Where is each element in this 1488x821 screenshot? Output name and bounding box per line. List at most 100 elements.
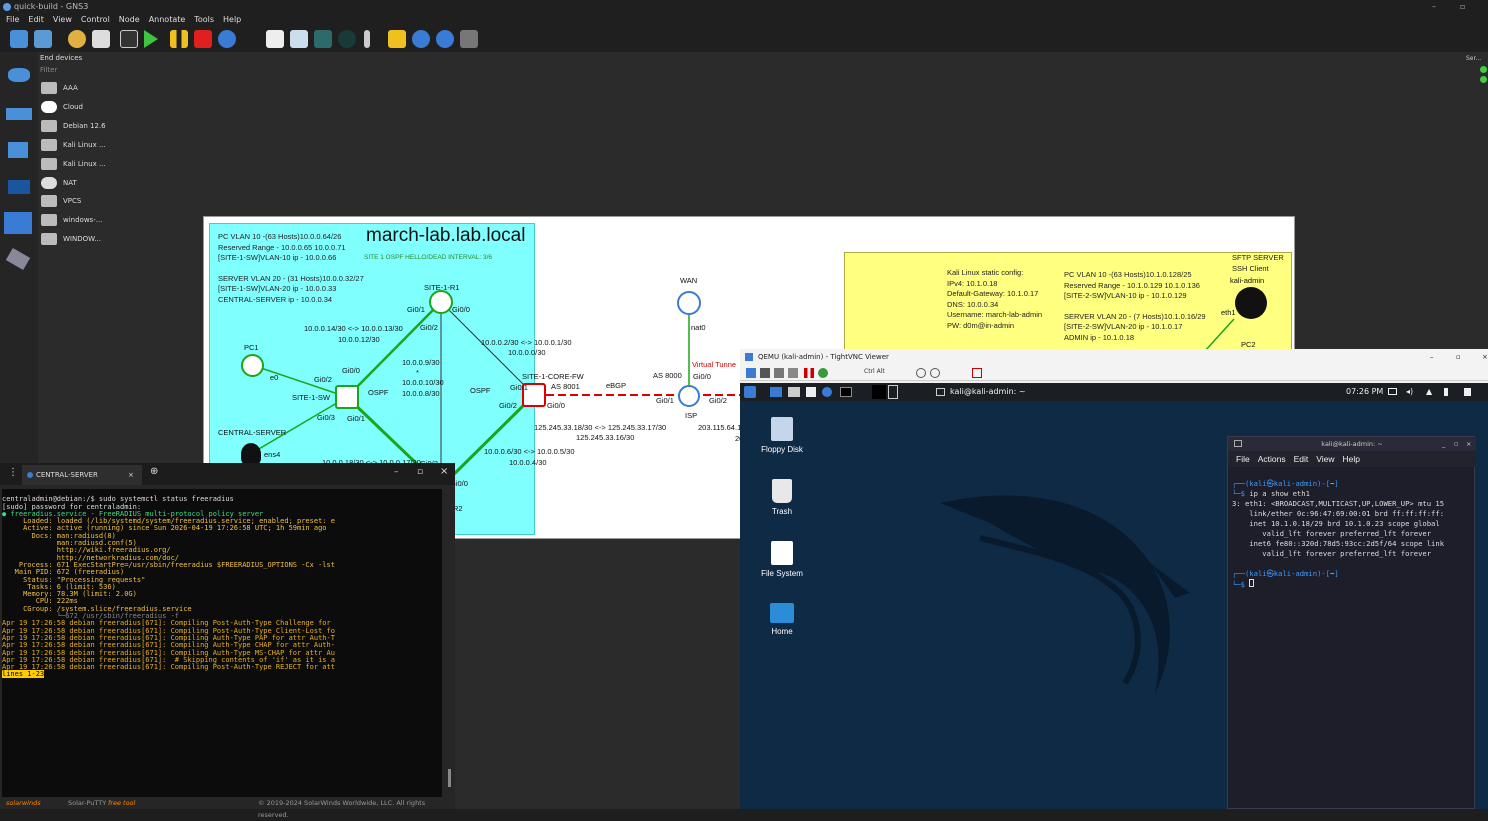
lock-icon[interactable]: [1464, 388, 1471, 396]
desktop-icon-home[interactable]: Home: [747, 603, 817, 636]
devices-filter-input[interactable]: Filter: [40, 66, 104, 76]
minimize-icon[interactable]: _: [1442, 437, 1445, 451]
terminal-launcher-icon[interactable]: [840, 387, 852, 397]
clock[interactable]: 07:26 PM: [1346, 383, 1383, 401]
draw-line-icon[interactable]: [364, 30, 370, 48]
workspace-1[interactable]: [872, 385, 886, 399]
zoom-in-icon[interactable]: [916, 368, 926, 378]
desktop-icon-floppy[interactable]: Floppy Disk: [747, 417, 817, 454]
menu-view[interactable]: View: [1316, 454, 1334, 464]
device-item[interactable]: Kali Linux ...: [41, 156, 106, 172]
device-item[interactable]: Debian 12.6: [41, 118, 106, 134]
menu-node[interactable]: Node: [119, 15, 140, 24]
kali-admin-icon[interactable]: [1235, 287, 1267, 319]
power-icon[interactable]: [1444, 388, 1448, 396]
draw-rectangle-icon[interactable]: [314, 30, 332, 48]
kali-terminal-output[interactable]: ┌──(kali㉿kali-admin)-[~] └─$ ip a show et…: [1232, 469, 1474, 610]
menu-tools[interactable]: Tools: [194, 15, 214, 24]
end-devices-icon[interactable]: [8, 142, 28, 158]
add-note-icon[interactable]: [266, 30, 284, 48]
terminal-output[interactable]: centraladmin@debian:/$ sudo systemctl st…: [2, 489, 442, 809]
new-tab-icon[interactable]: ⊕: [150, 466, 158, 477]
open-project-icon[interactable]: [34, 30, 52, 48]
minimize-icon[interactable]: –: [1430, 349, 1434, 365]
switches-icon[interactable]: [6, 108, 32, 120]
volume-icon[interactable]: ◂): [1406, 383, 1413, 401]
options-icon[interactable]: [774, 368, 784, 378]
wan-cloud-icon[interactable]: [677, 291, 701, 315]
routers-icon[interactable]: [8, 68, 30, 82]
close-tab-icon[interactable]: ×: [128, 465, 134, 485]
screenshot-icon[interactable]: [460, 30, 478, 48]
fullscreen-icon[interactable]: [972, 368, 982, 378]
draw-ellipse-icon[interactable]: [338, 30, 356, 48]
router-icon[interactable]: [429, 290, 453, 314]
snapshot-icon[interactable]: [68, 30, 86, 48]
reload-all-icon[interactable]: [218, 30, 236, 48]
device-item[interactable]: Cloud: [41, 99, 83, 115]
refresh-icon[interactable]: [818, 368, 828, 378]
pause-icon[interactable]: [804, 368, 814, 378]
security-devices-icon[interactable]: [8, 180, 30, 194]
menu-edit[interactable]: Edit: [28, 15, 44, 24]
close-icon[interactable]: ×: [1466, 437, 1471, 451]
kali-menu-icon[interactable]: [744, 386, 756, 398]
menu-dots-icon[interactable]: ⋮: [8, 467, 18, 478]
kali-desktop[interactable]: kali@kali-admin: ~ 07:26 PM ◂) ▲ Floppy …: [740, 383, 1488, 809]
menu-file[interactable]: File: [1236, 454, 1250, 464]
console-all-icon[interactable]: [120, 30, 138, 48]
insert-picture-icon[interactable]: [290, 30, 308, 48]
maximize-icon[interactable]: ▫: [1456, 349, 1461, 365]
menu-help[interactable]: Help: [223, 15, 241, 24]
pc-icon[interactable]: [241, 354, 264, 377]
zoom-out-icon[interactable]: [436, 30, 454, 48]
workspace-2[interactable]: [888, 385, 898, 399]
menu-control[interactable]: Control: [81, 15, 110, 24]
active-task[interactable]: kali@kali-admin: ~: [936, 383, 1026, 401]
device-item[interactable]: NAT: [41, 175, 77, 191]
zoom-out-icon[interactable]: [930, 368, 940, 378]
desktop-icon-trash[interactable]: Trash: [747, 479, 817, 516]
linux-server-icon[interactable]: [241, 443, 261, 465]
add-link-icon[interactable]: [5, 247, 31, 271]
minimize-icon[interactable]: –: [394, 467, 399, 477]
menu-actions[interactable]: Actions: [1258, 454, 1286, 464]
maximize-icon[interactable]: ▫: [1454, 437, 1458, 451]
session-tab[interactable]: CENTRAL-SERVER ×: [22, 465, 142, 485]
device-item[interactable]: windows-...: [41, 212, 102, 228]
menu-file[interactable]: File: [6, 15, 19, 24]
all-devices-icon[interactable]: [4, 212, 32, 234]
show-interface-labels-icon[interactable]: [92, 30, 110, 48]
terminal-scrollbar[interactable]: [448, 769, 451, 787]
device-item[interactable]: AAA: [41, 80, 78, 96]
maximize-icon[interactable]: ▫: [417, 467, 423, 477]
menu-edit[interactable]: Edit: [1294, 454, 1309, 464]
info-icon[interactable]: [788, 368, 798, 378]
close-icon[interactable]: ×: [440, 466, 448, 477]
new-project-icon[interactable]: [10, 30, 28, 48]
maximize-icon[interactable]: ▫: [1460, 0, 1465, 14]
new-connection-icon[interactable]: [746, 368, 756, 378]
device-item[interactable]: WINDOW...: [41, 231, 101, 247]
browser-icon[interactable]: [822, 387, 832, 397]
show-desktop-icon[interactable]: [770, 387, 782, 397]
display-icon[interactable]: [1388, 388, 1397, 395]
isp-router-icon[interactable]: [678, 385, 700, 407]
save-icon[interactable]: [760, 368, 770, 378]
switch-icon[interactable]: [335, 385, 359, 409]
menu-view[interactable]: View: [53, 15, 72, 24]
zoom-in-icon[interactable]: [412, 30, 430, 48]
close-icon[interactable]: ×: [1482, 349, 1488, 365]
menu-help[interactable]: Help: [1343, 454, 1360, 464]
menu-annotate[interactable]: Annotate: [149, 15, 186, 24]
device-item[interactable]: Kali Linux ...: [41, 137, 106, 153]
file-manager-icon[interactable]: [788, 387, 800, 397]
minimize-icon[interactable]: –: [1432, 0, 1436, 14]
suspend-all-icon[interactable]: [170, 30, 188, 48]
notification-icon[interactable]: ▲: [1426, 383, 1432, 401]
device-item[interactable]: VPCS: [41, 193, 81, 209]
start-all-icon[interactable]: [144, 30, 158, 48]
desktop-icon-filesystem[interactable]: File System: [747, 541, 817, 578]
lock-icon[interactable]: [388, 30, 406, 48]
ctrl-alt-text[interactable]: Ctrl Alt: [864, 368, 885, 375]
